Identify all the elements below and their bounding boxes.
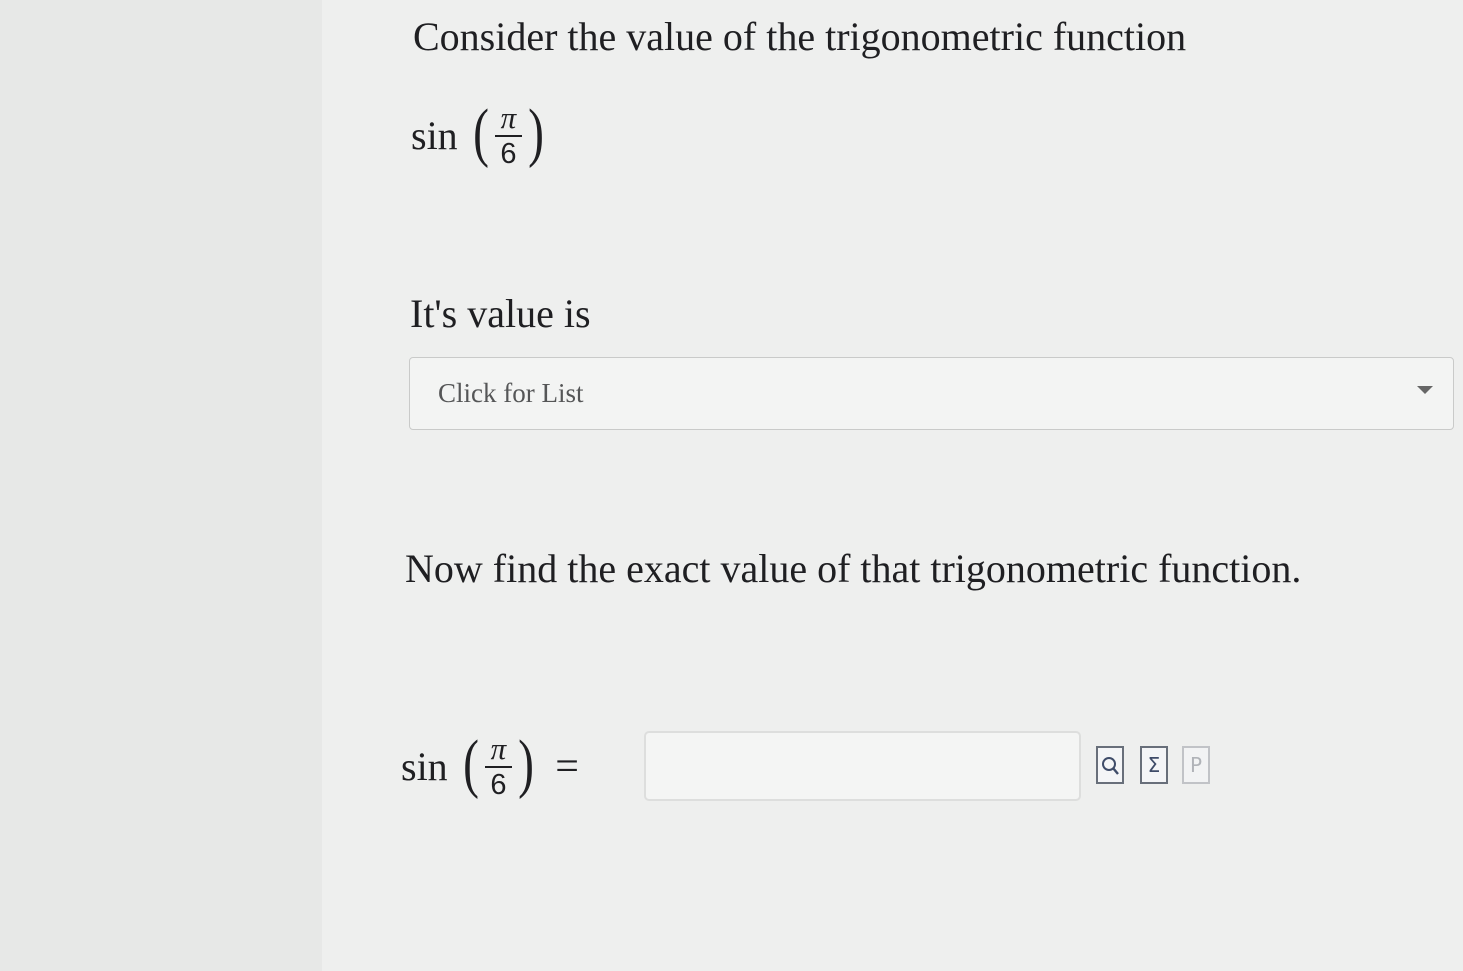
- equals-sign: =: [555, 743, 579, 790]
- left-panel: [0, 0, 323, 971]
- answer-left-parenthesis: (: [462, 726, 479, 800]
- sigma-icon: Σ: [1147, 753, 1161, 777]
- answer-sin-label: sin: [401, 744, 448, 789]
- left-parenthesis: (: [472, 95, 489, 169]
- sin-label: sin: [411, 113, 458, 158]
- equation-editor-button[interactable]: Σ: [1140, 746, 1168, 784]
- preview-button[interactable]: [1096, 746, 1124, 784]
- pi-over-6-fraction: π 6: [494, 102, 523, 170]
- p-icon: P: [1189, 753, 1203, 777]
- right-parenthesis: ): [528, 95, 545, 169]
- preview-icon: [1102, 757, 1119, 775]
- p-tool-button[interactable]: P: [1182, 746, 1210, 784]
- answer-fraction-denominator: 6: [490, 769, 507, 801]
- dropdown-selected-value: Click for List: [438, 378, 584, 408]
- exact-value-prompt: Now find the exact value of that trigono…: [405, 546, 1302, 591]
- chevron-down-icon: [1417, 386, 1433, 394]
- answer-fraction-numerator: π: [484, 733, 513, 768]
- answer-expression: sin ( π 6 ) =: [401, 726, 579, 801]
- answer-fraction: π 6: [484, 733, 513, 801]
- value-prompt: It's value is: [410, 291, 591, 336]
- value-dropdown[interactable]: Click for List: [409, 357, 1454, 430]
- fraction-denominator: 6: [500, 138, 517, 170]
- trig-expression: sin ( π 6 ): [411, 95, 547, 170]
- question-prompt: Consider the value of the trigonometric …: [413, 14, 1187, 59]
- answer-input[interactable]: [644, 731, 1081, 801]
- fraction-numerator: π: [494, 102, 523, 137]
- answer-right-parenthesis: ): [518, 726, 535, 800]
